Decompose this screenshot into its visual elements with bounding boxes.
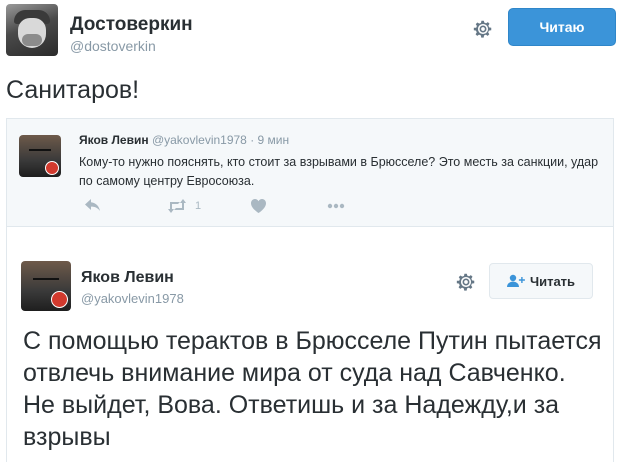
tweet-meta: Яков Левин @yakovlevin1978 · 9 мин [79, 133, 289, 147]
retweet-count: 1 [195, 200, 202, 212]
retweet-action[interactable]: 1 [167, 199, 201, 213]
author-name[interactable]: Яков Левин [79, 133, 149, 147]
follow-label: Читать [529, 273, 576, 289]
reply-icon[interactable] [85, 199, 101, 213]
more-icon[interactable] [327, 203, 345, 209]
avatar[interactable] [21, 261, 71, 311]
add-user-icon [506, 274, 525, 287]
embedded-tweet-text: С помощью терактов в Брюсселе Путин пыта… [23, 327, 602, 451]
follow-button[interactable]: Читать [489, 263, 593, 299]
author-name[interactable]: Достоверкин [70, 14, 193, 36]
avatar[interactable] [6, 4, 58, 56]
gear-icon[interactable] [472, 18, 494, 40]
quoted-tweet[interactable]: Яков Левин @yakovlevin1978 · 9 мин Кому-… [6, 118, 614, 226]
quoted-tweet-text: Кому-то нужно пояснять, кто стоит за взр… [79, 155, 599, 188]
avatar[interactable] [19, 135, 61, 177]
outer-tweet-header: Достоверкин @dostoverkin Читаю [6, 4, 616, 62]
like-icon[interactable] [251, 199, 266, 213]
embedded-tweet[interactable]: Яков Левин @yakovlevin1978 Читать С помо… [6, 226, 614, 462]
author-handle[interactable]: @yakovlevin1978 [81, 291, 184, 306]
follow-button[interactable]: Читаю [508, 8, 616, 46]
author-handle[interactable]: @yakovlevin1978 [152, 133, 247, 147]
author-name[interactable]: Яков Левин [81, 269, 174, 287]
gear-icon[interactable] [455, 271, 477, 293]
retweet-icon [168, 199, 186, 213]
tweet-time[interactable]: · 9 мин [250, 133, 289, 147]
tweet-actions: 1 [79, 199, 379, 217]
tweet-text: Санитаров! [6, 76, 140, 104]
author-handle[interactable]: @dostoverkin [70, 38, 156, 54]
